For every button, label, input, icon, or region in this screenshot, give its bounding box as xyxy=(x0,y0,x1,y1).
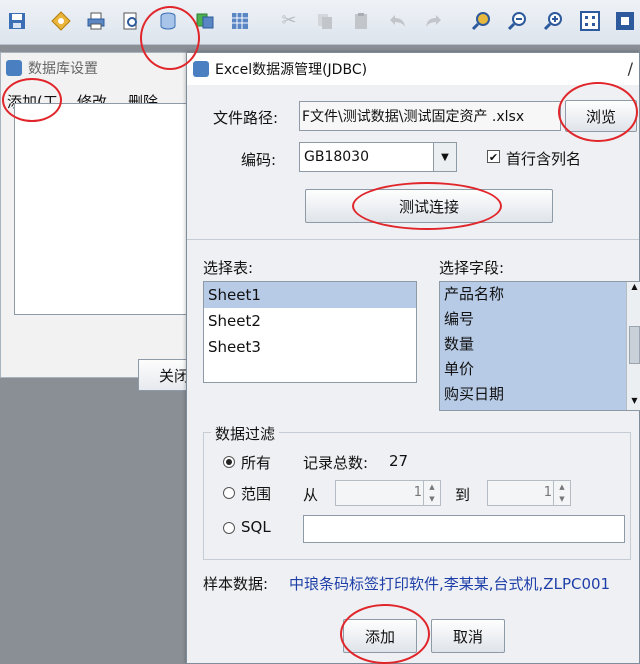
scroll-thumb[interactable] xyxy=(629,326,640,364)
spinner-down-icon[interactable]: ▼ xyxy=(424,493,440,505)
file-path-input[interactable]: F文件\测试数据\测试固定资产 .xlsx xyxy=(299,101,561,131)
database-settings-title: 数据库设置 xyxy=(28,61,98,77)
record-total-label: 记录总数: xyxy=(303,454,369,472)
encoding-select[interactable]: GB18030 ▼ xyxy=(299,142,457,172)
divider xyxy=(187,239,639,240)
field-item[interactable]: 数量 xyxy=(440,332,640,357)
radio-all-label: 所有 xyxy=(241,454,272,472)
first-row-checkbox[interactable]: ✔ xyxy=(487,150,500,164)
range-from-value: 1 xyxy=(413,485,422,500)
file-path-value: F文件\测试数据\测试固定资产 .xlsx xyxy=(302,109,525,125)
print-preview-icon[interactable] xyxy=(118,8,144,34)
copy-icon[interactable] xyxy=(312,8,338,34)
field-list-scrollbar[interactable]: ▲ ▼ xyxy=(626,282,640,410)
dialog-titlebar: Excel数据源管理(JDBC) / xyxy=(187,53,639,85)
file-path-label: 文件路径: xyxy=(213,109,279,127)
sample-data-label: 样本数据: xyxy=(203,575,269,593)
encoding-value: GB18030 xyxy=(304,149,369,165)
redo-icon[interactable] xyxy=(420,8,446,34)
chevron-down-icon[interactable]: ▼ xyxy=(433,143,456,171)
radio-range-label: 范围 xyxy=(241,485,272,503)
to-label: 到 xyxy=(455,486,471,504)
main-toolbar: ✂ xyxy=(0,0,640,45)
select-icon[interactable] xyxy=(612,8,638,34)
layers-icon[interactable] xyxy=(192,8,218,34)
settings-icon[interactable] xyxy=(48,8,74,34)
close-icon[interactable]: / xyxy=(628,59,633,78)
field-item[interactable]: 编号 xyxy=(440,307,640,332)
table-item[interactable]: Sheet3 xyxy=(204,334,416,360)
data-filter-title: 数据过滤 xyxy=(211,423,280,444)
encoding-label: 编码: xyxy=(241,151,277,169)
save-icon[interactable] xyxy=(4,8,30,34)
scroll-down-icon[interactable]: ▼ xyxy=(627,396,640,410)
sql-input[interactable] xyxy=(303,515,625,543)
spinner-down-icon[interactable]: ▼ xyxy=(554,493,570,505)
test-connection-button[interactable]: 测试连接 xyxy=(305,189,553,223)
first-row-label: 首行含列名 xyxy=(506,150,582,168)
field-item[interactable]: 购买日期 xyxy=(440,382,640,407)
database-list[interactable] xyxy=(14,103,196,315)
range-from-spinner[interactable]: 1 ▲ ▼ xyxy=(335,480,441,506)
select-table-label: 选择表: xyxy=(203,259,254,277)
radio-range[interactable] xyxy=(223,487,235,499)
from-label: 从 xyxy=(303,486,319,504)
range-to-spinner[interactable]: 1 ▲ ▼ xyxy=(487,480,571,506)
scroll-up-icon[interactable]: ▲ xyxy=(627,282,640,296)
table-list[interactable]: Sheet1 Sheet2 Sheet3 xyxy=(203,281,417,383)
cancel-button[interactable]: 取消 xyxy=(431,619,505,653)
database-settings-titlebar: 数据库设置 xyxy=(1,53,197,83)
add-button[interactable]: 添加 xyxy=(343,619,417,653)
undo-icon[interactable] xyxy=(385,8,411,34)
table-icon[interactable] xyxy=(227,8,253,34)
sample-data-value: 中琅条码标签打印软件,李某某,台式机,ZLPC001 xyxy=(289,575,611,593)
radio-sql[interactable] xyxy=(223,522,235,534)
zoom-in-icon[interactable] xyxy=(504,8,530,34)
grid-icon[interactable] xyxy=(577,8,603,34)
table-item[interactable]: Sheet2 xyxy=(204,308,416,334)
app-logo-icon xyxy=(6,60,22,76)
table-item[interactable]: Sheet1 xyxy=(204,282,416,308)
spinner-up-icon[interactable]: ▲ xyxy=(554,481,570,493)
field-list[interactable]: 产品名称 编号 数量 单价 购买日期 ▲ ▼ xyxy=(439,281,640,411)
dialog-title: Excel数据源管理(JDBC) xyxy=(215,62,368,78)
zoom-out-icon[interactable] xyxy=(540,8,566,34)
database-settings-window: 数据库设置 添加(工 修改 删除 关闭 xyxy=(0,52,197,391)
database-icon[interactable] xyxy=(155,8,181,34)
paste-icon[interactable] xyxy=(348,8,374,34)
field-item[interactable]: 产品名称 xyxy=(440,282,640,307)
radio-sql-label: SQL xyxy=(241,518,271,536)
radio-all[interactable] xyxy=(223,456,235,468)
field-item[interactable]: 单价 xyxy=(440,357,640,382)
select-field-label: 选择字段: xyxy=(439,259,505,277)
cut-icon[interactable]: ✂ xyxy=(276,8,302,34)
record-total-value: 27 xyxy=(389,452,409,470)
print-icon[interactable] xyxy=(83,8,109,34)
browse-button[interactable]: 浏览 xyxy=(565,100,637,132)
spinner-up-icon[interactable]: ▲ xyxy=(424,481,440,493)
app-logo-icon xyxy=(193,61,209,77)
excel-jdbc-dialog: Excel数据源管理(JDBC) / 文件路径: F文件\测试数据\测试固定资产… xyxy=(186,52,640,664)
range-to-value: 1 xyxy=(543,485,552,500)
zoom-fit-icon[interactable] xyxy=(468,8,494,34)
